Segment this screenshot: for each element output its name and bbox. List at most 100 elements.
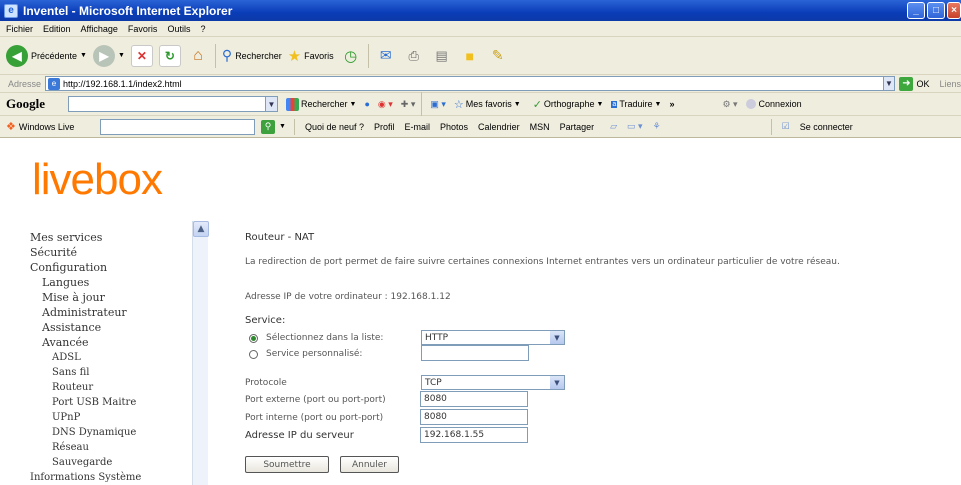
server-ip-label: Adresse IP du serveur xyxy=(245,430,354,441)
menu-item-mise-a-jour[interactable]: Mise à jour xyxy=(42,290,141,305)
internal-port-input[interactable]: 8080 xyxy=(420,409,528,425)
menu-item-dns-dynamique[interactable]: DNS Dynamique xyxy=(52,425,141,440)
menu-item-securite[interactable]: Sécurité xyxy=(30,245,141,260)
live-link-profile[interactable]: Profil xyxy=(374,122,395,132)
address-label: Adresse xyxy=(8,78,42,89)
signin-icon[interactable]: ☑ xyxy=(782,121,790,132)
close-button[interactable]: × xyxy=(947,2,961,19)
server-ip-input[interactable]: 192.168.1.55 xyxy=(420,427,528,443)
radio-custom-service[interactable] xyxy=(249,349,258,359)
radio-select-list[interactable] xyxy=(249,333,258,343)
external-port-input[interactable]: 8080 xyxy=(420,391,528,407)
menu-edit[interactable]: Edition xyxy=(43,24,71,34)
menu-item-sans-fil[interactable]: Sans fil xyxy=(52,365,141,380)
ie-icon: e xyxy=(4,3,18,18)
news-icon[interactable]: ● xyxy=(364,99,369,109)
home-icon[interactable]: ⌂ xyxy=(187,45,209,67)
service-select[interactable]: HTTP ▼ xyxy=(421,330,565,345)
translate-label: Traduire xyxy=(619,99,653,109)
live-search-icon[interactable]: ⚲ xyxy=(261,119,275,134)
popup-blocker-icon[interactable]: ✚ ▾ xyxy=(401,99,416,110)
live-dropdown-icon[interactable]: ▼ xyxy=(279,123,286,130)
spaces-icon[interactable]: ▱ xyxy=(610,121,617,132)
menu-item-assistance[interactable]: Assistance xyxy=(42,320,141,335)
submit-button[interactable]: Soumettre xyxy=(245,456,329,473)
favorites-star-icon: ☆ xyxy=(453,98,464,111)
spellcheck-button[interactable]: ✓ Orthographe ▼ xyxy=(533,98,604,111)
address-dropdown-icon[interactable]: ▼ xyxy=(883,76,896,91)
folder-icon[interactable]: ■ xyxy=(459,45,481,67)
google-search-button[interactable]: Rechercher ▼ xyxy=(286,97,356,111)
address-input[interactable]: e http://192.168.1.1/index2.html xyxy=(45,76,884,91)
go-button[interactable]: ➜ OK xyxy=(899,76,929,91)
links-label[interactable]: Liens xyxy=(939,79,961,89)
autofill-icon[interactable]: ▣ ▾ xyxy=(430,99,446,110)
menu-favorites[interactable]: Favoris xyxy=(128,24,158,34)
menu-item-configuration[interactable]: Configuration xyxy=(30,260,141,275)
standard-toolbar: ◀ Précédente ▼ ▶ ▼ ✕ ↻ ⌂ ⚲ Rechercher ★ … xyxy=(0,37,961,75)
menu-tools[interactable]: Outils xyxy=(167,24,190,34)
windows-live-logo[interactable]: ❖ Windows Live xyxy=(6,120,100,133)
translate-button[interactable]: a Traduire ▼ xyxy=(611,99,661,109)
menu-item-routeur[interactable]: Routeur xyxy=(52,380,141,395)
live-search-input[interactable] xyxy=(100,118,255,135)
menu-item-informations-systeme[interactable]: Informations Système xyxy=(30,470,141,485)
connexion-button[interactable]: Connexion xyxy=(745,99,802,109)
google-logo[interactable]: Google xyxy=(6,96,68,112)
menu-item-administrateur[interactable]: Administrateur xyxy=(42,305,141,320)
protocol-select[interactable]: TCP ▼ xyxy=(421,375,565,390)
internal-port-label: Port interne (port ou port-port) xyxy=(245,413,384,423)
print-icon[interactable]: ⎙ xyxy=(403,45,425,67)
onecare-icon[interactable]: ⚘ xyxy=(653,121,661,132)
google-search-input[interactable] xyxy=(68,96,266,112)
refresh-icon[interactable]: ↻ xyxy=(158,44,181,67)
spellcheck-label: Orthographe xyxy=(543,99,595,109)
pagerank-icon[interactable]: ◉ ▾ xyxy=(378,99,393,110)
more-chevron-icon[interactable]: » xyxy=(669,99,674,109)
back-button[interactable]: ◀ Précédente ▼ xyxy=(6,44,87,67)
search-button[interactable]: ⚲ Rechercher xyxy=(222,47,282,64)
menu-item-langues[interactable]: Langues xyxy=(42,275,141,290)
live-link-photos[interactable]: Photos xyxy=(440,122,468,132)
live-link-whatsnew[interactable]: Quoi de neuf ? xyxy=(305,122,364,132)
menu-view[interactable]: Affichage xyxy=(81,24,118,34)
live-link-email[interactable]: E-mail xyxy=(405,122,431,132)
wrench-icon[interactable]: ⚙ ▾ xyxy=(722,99,737,110)
address-url: http://192.168.1.1/index2.html xyxy=(63,78,182,89)
menu-item-reseau[interactable]: Réseau xyxy=(52,440,141,455)
menu-item-port-usb[interactable]: Port USB Maitre xyxy=(52,395,141,410)
live-link-calendar[interactable]: Calendrier xyxy=(478,122,520,132)
forward-button[interactable]: ▶ ▼ xyxy=(92,44,125,67)
contacts-icon[interactable]: ▭ ▾ xyxy=(627,121,643,132)
sidebar-scrollbar[interactable]: ▲ xyxy=(192,221,209,485)
menu-item-sauvegarde[interactable]: Sauvegarde xyxy=(52,455,141,470)
cancel-button[interactable]: Annuler xyxy=(340,456,399,473)
signin-link[interactable]: Se connecter xyxy=(800,122,853,132)
menu-item-adsl[interactable]: ADSL xyxy=(52,350,141,365)
my-favorites-button[interactable]: ☆ Mes favoris ▼ xyxy=(454,98,521,111)
page-icon: e xyxy=(48,77,61,90)
stop-icon[interactable]: ✕ xyxy=(130,44,153,67)
messenger-icon[interactable]: ✎ xyxy=(487,45,509,67)
mail-icon[interactable]: ✉ xyxy=(375,45,397,67)
scroll-up-icon[interactable]: ▲ xyxy=(193,221,209,237)
menu-item-mes-services[interactable]: Mes services xyxy=(30,230,141,245)
history-icon[interactable]: ◷ xyxy=(340,45,362,67)
toolbar-separator xyxy=(214,43,216,68)
menu-file[interactable]: Fichier xyxy=(6,24,33,34)
livebox-logo: livebox xyxy=(32,155,163,204)
minimize-button[interactable]: _ xyxy=(907,2,925,19)
google-dropdown-icon[interactable]: ▼ xyxy=(266,96,278,112)
menu-item-upnp[interactable]: UPnP xyxy=(52,410,141,425)
maximize-button[interactable]: □ xyxy=(927,2,945,19)
google-g-icon xyxy=(286,97,299,111)
chevron-down-icon: ▼ xyxy=(550,331,564,344)
menu-item-avancee[interactable]: Avancée xyxy=(42,335,141,350)
menu-help[interactable]: ? xyxy=(200,24,205,34)
custom-service-input[interactable] xyxy=(421,345,529,361)
toolbar-separator xyxy=(421,92,423,116)
live-link-msn[interactable]: MSN xyxy=(530,122,550,132)
edit-icon[interactable]: ▤ xyxy=(431,45,453,67)
live-link-share[interactable]: Partager xyxy=(560,122,595,132)
favorites-button[interactable]: ★ Favoris xyxy=(288,47,334,65)
